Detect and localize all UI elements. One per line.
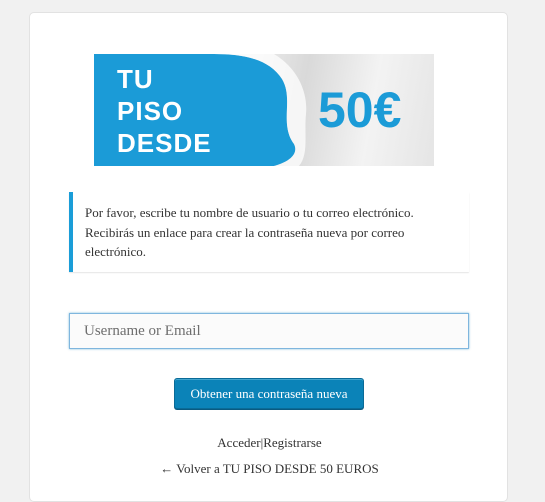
logo-line-3: DESDE xyxy=(117,128,212,158)
logo-line-1: TU xyxy=(117,64,154,94)
login-link[interactable]: Acceder xyxy=(217,435,260,450)
back-to-site-link[interactable]: ← Volver a TU PISO DESDE 50 EUROS xyxy=(160,461,379,476)
message-line-3: electrónico. xyxy=(85,244,146,259)
message-line-1: Por favor, escribe tu nombre de usuario … xyxy=(85,205,414,220)
auth-nav: Acceder|Registrarse xyxy=(30,435,509,451)
info-message: Por favor, escribe tu nombre de usuario … xyxy=(69,192,469,272)
back-to-site: ← Volver a TU PISO DESDE 50 EUROS xyxy=(30,461,509,477)
username-email-input[interactable] xyxy=(69,313,469,349)
site-logo-link[interactable]: TU PISO DESDE 50€ xyxy=(94,54,434,166)
logo-price: 50€ xyxy=(318,82,402,138)
lost-password-card: TU PISO DESDE 50€ Por favor, escribe tu … xyxy=(29,12,508,502)
back-link-label: Volver a TU PISO DESDE 50 EUROS xyxy=(176,461,379,476)
logo-text: TU PISO DESDE xyxy=(117,63,212,159)
get-new-password-button[interactable]: Obtener una contraseña nueva xyxy=(174,378,364,409)
message-line-2: Recibirás un enlace para crear la contra… xyxy=(85,224,405,240)
register-link[interactable]: Registrarse xyxy=(263,435,321,450)
logo-line-2: PISO xyxy=(117,96,184,126)
back-arrow-icon: ← xyxy=(160,461,174,476)
